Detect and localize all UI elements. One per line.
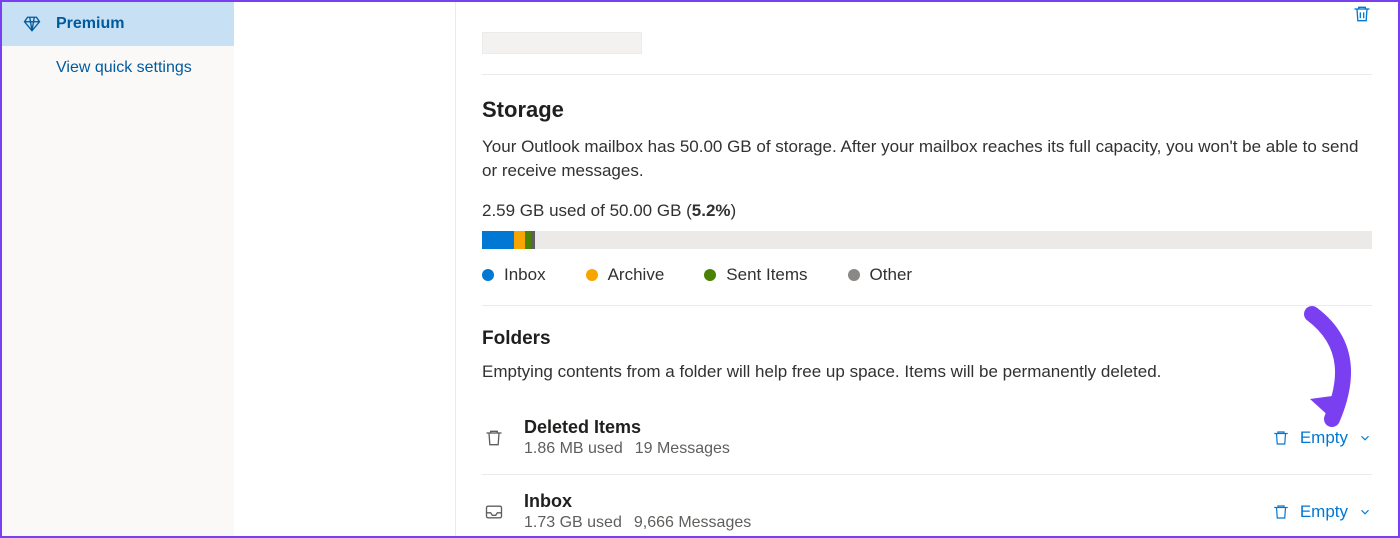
diamond-icon xyxy=(22,14,42,34)
divider xyxy=(482,74,1372,75)
usage-segment-other xyxy=(531,231,535,249)
legend-dot xyxy=(586,269,598,281)
storage-description: Your Outlook mailbox has 50.00 GB of sto… xyxy=(482,135,1372,183)
legend-item-sent: Sent Items xyxy=(704,265,807,285)
legend-item-inbox: Inbox xyxy=(482,265,546,285)
empty-label: Empty xyxy=(1300,428,1348,448)
folder-row: Inbox 1.73 GB used9,666 Messages Empty xyxy=(482,475,1372,536)
legend-item-archive: Archive xyxy=(586,265,665,285)
profile-image-placeholder xyxy=(482,32,642,54)
folder-name: Deleted Items xyxy=(524,417,1272,438)
chevron-down-icon xyxy=(1358,505,1372,519)
storage-heading: Storage xyxy=(482,97,1372,123)
empty-folder-button[interactable]: Empty xyxy=(1272,502,1372,522)
storage-legend: Inbox Archive Sent Items Other xyxy=(482,265,1372,285)
legend-dot xyxy=(848,269,860,281)
sidebar-item-label: View quick settings xyxy=(56,59,192,77)
folders-heading: Folders xyxy=(482,328,1372,350)
legend-dot xyxy=(482,269,494,281)
empty-folder-button[interactable]: Empty xyxy=(1272,428,1372,448)
legend-label: Archive xyxy=(608,265,665,285)
legend-label: Sent Items xyxy=(726,265,807,285)
storage-usage-bar xyxy=(482,231,1372,249)
settings-sidebar: Premium View quick settings xyxy=(2,2,234,536)
usage-segment-inbox xyxy=(482,231,514,249)
legend-dot xyxy=(704,269,716,281)
inbox-icon xyxy=(482,500,506,524)
sidebar-item-label: Premium xyxy=(56,15,124,33)
folders-description: Emptying contents from a folder will hel… xyxy=(482,360,1372,384)
sidebar-item-quick-settings[interactable]: View quick settings xyxy=(2,46,234,90)
main-content: Storage Your Outlook mailbox has 50.00 G… xyxy=(456,2,1398,536)
folder-name: Inbox xyxy=(524,491,1272,512)
trash-icon xyxy=(1272,429,1290,447)
secondary-column xyxy=(234,2,456,536)
folder-meta: Inbox 1.73 GB used9,666 Messages xyxy=(524,491,1272,532)
delete-button[interactable] xyxy=(1352,4,1372,28)
chevron-down-icon xyxy=(1358,431,1372,445)
folder-subtext: 1.86 MB used19 Messages xyxy=(524,440,1272,458)
trash-icon xyxy=(1272,503,1290,521)
sidebar-item-premium[interactable]: Premium xyxy=(2,2,234,46)
folder-meta: Deleted Items 1.86 MB used19 Messages xyxy=(524,417,1272,458)
folder-subtext: 1.73 GB used9,666 Messages xyxy=(524,514,1272,532)
legend-label: Other xyxy=(870,265,913,285)
divider xyxy=(482,305,1372,306)
usage-segment-archive xyxy=(514,231,525,249)
folder-row: Deleted Items 1.86 MB used19 Messages Empt… xyxy=(482,401,1372,475)
empty-label: Empty xyxy=(1300,502,1348,522)
storage-usage-text: 2.59 GB used of 50.00 GB (5.2%) xyxy=(482,201,1372,221)
trash-icon xyxy=(482,426,506,450)
legend-item-other: Other xyxy=(848,265,913,285)
legend-label: Inbox xyxy=(504,265,546,285)
